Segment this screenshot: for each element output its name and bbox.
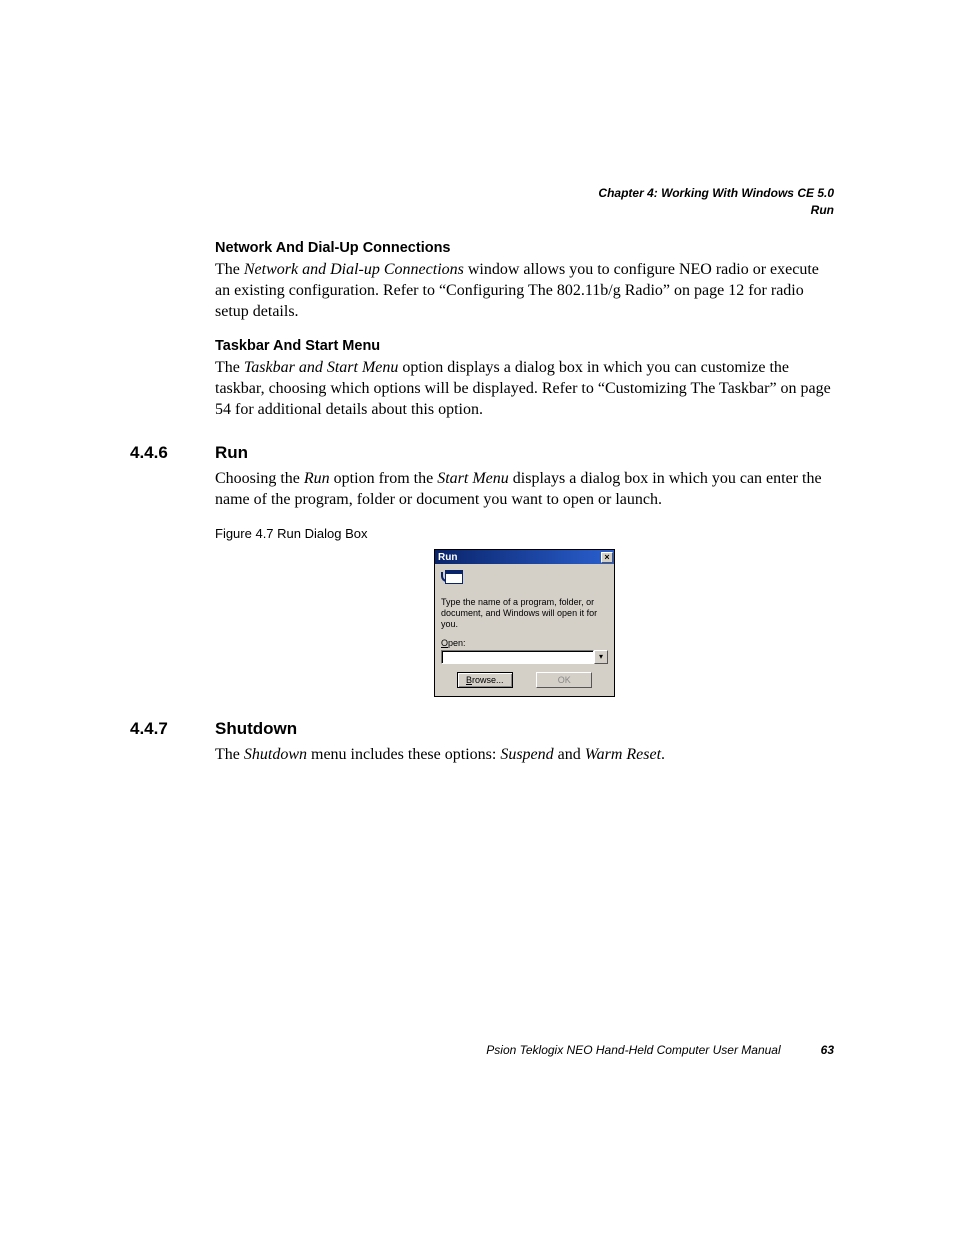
paragraph-shutdown: The Shutdown menu includes these options… <box>215 745 834 766</box>
open-input[interactable] <box>441 650 594 664</box>
subheading-taskbar: Taskbar And Start Menu <box>215 338 834 354</box>
paragraph-run: Choosing the Run option from the Start M… <box>215 469 834 511</box>
dialog-titlebar[interactable]: Run × <box>435 550 614 564</box>
open-combobox[interactable]: ▾ <box>441 650 608 664</box>
browse-button[interactable]: Browse... <box>457 672 513 688</box>
close-icon[interactable]: × <box>601 552 613 563</box>
subheading-network: Network And Dial-Up Connections <box>215 240 834 256</box>
section-447: 4.4.7 Shutdown <box>130 719 834 739</box>
chevron-down-icon[interactable]: ▾ <box>594 650 608 664</box>
run-dialog-figure: Run × Type the name of a program, folder… <box>434 549 615 696</box>
running-header: Chapter 4: Working With Windows CE 5.0 R… <box>598 185 834 219</box>
page-footer: Psion Teklogix NEO Hand-Held Computer Us… <box>130 1043 834 1057</box>
run-icon <box>441 570 463 586</box>
section-446: 4.4.6 Run <box>130 443 834 463</box>
dialog-title: Run <box>438 552 457 563</box>
manual-title: Psion Teklogix NEO Hand-Held Computer Us… <box>486 1043 780 1057</box>
section-line: Run <box>598 202 834 219</box>
dialog-instruction: Type the name of a program, folder, or d… <box>441 597 608 629</box>
page-number: 63 <box>821 1043 834 1057</box>
paragraph-network: The Network and Dial-up Connections wind… <box>215 260 834 322</box>
figure-caption: Figure 4.7 Run Dialog Box <box>215 526 834 541</box>
section-number: 4.4.7 <box>130 719 215 739</box>
paragraph-taskbar: The Taskbar and Start Menu option displa… <box>215 358 834 420</box>
section-title-shutdown: Shutdown <box>215 719 297 739</box>
open-label: Open: <box>441 638 608 648</box>
section-title-run: Run <box>215 443 248 463</box>
chapter-line: Chapter 4: Working With Windows CE 5.0 <box>598 185 834 202</box>
section-number: 4.4.6 <box>130 443 215 463</box>
ok-button[interactable]: OK <box>536 672 592 688</box>
